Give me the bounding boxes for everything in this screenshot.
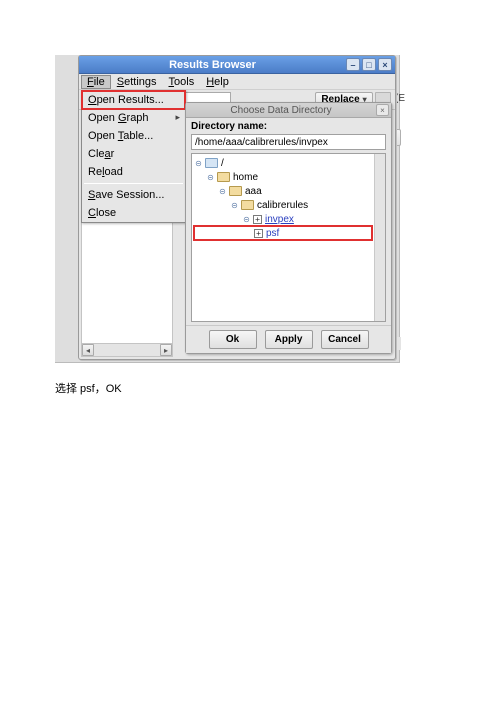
tree-toggle-icon[interactable]: ⊝ (230, 201, 239, 210)
dialog-title: Choose Data Directory (186, 105, 376, 116)
ok-button[interactable]: Ok (209, 330, 257, 349)
tree-root[interactable]: ⊝ / (194, 156, 372, 170)
tree-toggle-icon[interactable]: ⊝ (206, 173, 215, 182)
tree-invpex[interactable]: ⊝ + invpex (194, 212, 372, 226)
directory-path-input[interactable]: /home/aaa/calibrerules/invpex (191, 134, 386, 150)
menu-reload[interactable]: Reload (82, 163, 185, 181)
folder-icon (217, 172, 230, 182)
results-browser-title: Results Browser (79, 59, 346, 71)
menu-tools[interactable]: Tools (163, 75, 201, 89)
menu-save-session[interactable]: Save Session... (82, 186, 185, 204)
plus-icon[interactable]: + (253, 215, 262, 224)
menu-separator (84, 183, 183, 184)
menu-open-graph[interactable]: Open Graph ▸ (82, 109, 185, 127)
tree-toggle-icon[interactable]: ⊝ (242, 215, 251, 224)
caption-text: 选择 psf，OK (55, 380, 122, 396)
directory-name-label: Directory name: (191, 121, 386, 132)
menu-help[interactable]: Help (200, 75, 235, 89)
tree-toggle-icon[interactable]: ⊝ (218, 187, 227, 196)
close-icon[interactable]: × (378, 58, 392, 71)
left-pane-hscrollbar[interactable]: ◂ ▸ (82, 343, 172, 356)
file-menu-dropdown: Open Results... Open Graph ▸ Open Table.… (81, 90, 186, 223)
plus-icon[interactable]: + (254, 229, 263, 238)
dialog-button-row: Ok Apply Cancel (186, 325, 391, 353)
menu-file[interactable]: File (81, 75, 111, 89)
tree-psf[interactable]: + psf (194, 226, 372, 240)
scroll-right-icon[interactable]: ▸ (160, 344, 172, 356)
tree-toggle-icon[interactable]: ⊝ (194, 159, 203, 168)
menu-clear[interactable]: Clear (82, 145, 185, 163)
cancel-button[interactable]: Cancel (321, 330, 369, 349)
submenu-arrow-icon: ▸ (175, 112, 180, 123)
results-browser-menubar: File Settings Tools Help (79, 74, 395, 90)
tree-aaa[interactable]: ⊝ aaa (194, 184, 372, 198)
folder-icon (241, 200, 254, 210)
menu-open-results[interactable]: Open Results... (82, 91, 185, 109)
menu-close[interactable]: Close (82, 204, 185, 222)
menu-settings[interactable]: Settings (111, 75, 163, 89)
dialog-close-icon[interactable]: × (376, 104, 389, 116)
screenshot-region: 编辑(E E ampo] in = gene timu ms ccur esic… (55, 55, 400, 363)
apply-button[interactable]: Apply (265, 330, 313, 349)
tree-calibrerules[interactable]: ⊝ calibrerules (194, 198, 372, 212)
tree-vscrollbar[interactable] (374, 154, 385, 321)
choose-data-directory-dialog: Choose Data Directory × Directory name: … (185, 102, 392, 354)
dialog-titlebar[interactable]: Choose Data Directory × (186, 103, 391, 118)
tree-home[interactable]: ⊝ home (194, 170, 372, 184)
menu-open-table[interactable]: Open Table... (82, 127, 185, 145)
directory-tree: ⊝ / ⊝ home ⊝ aaa ⊝ (191, 153, 386, 322)
maximize-icon[interactable]: □ (362, 58, 376, 71)
results-browser-titlebar[interactable]: Results Browser – □ × (79, 56, 395, 74)
minimize-icon[interactable]: – (346, 58, 360, 71)
scroll-left-icon[interactable]: ◂ (82, 344, 94, 356)
folder-icon (229, 186, 242, 196)
folder-icon (205, 158, 218, 168)
